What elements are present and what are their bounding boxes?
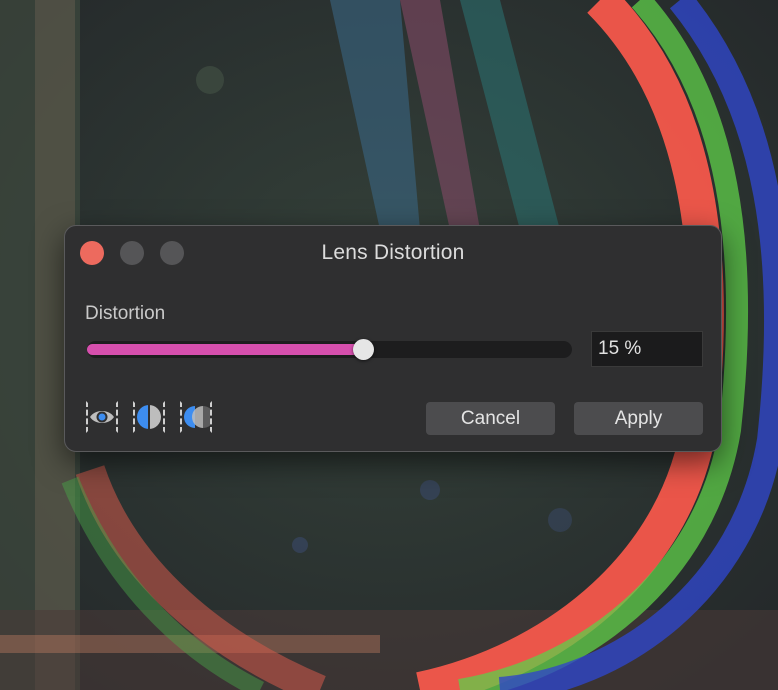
compare-view-button[interactable]	[180, 401, 212, 433]
split-view-button[interactable]	[133, 401, 165, 433]
cancel-button[interactable]: Cancel	[426, 402, 555, 435]
distortion-label: Distortion	[85, 303, 166, 324]
apply-button[interactable]: Apply	[574, 402, 703, 435]
distortion-value-field[interactable]: 15 %	[591, 331, 703, 367]
distortion-slider[interactable]	[87, 339, 572, 360]
compare-view-icon	[184, 406, 210, 428]
lens-distortion-dialog: Lens Distortion Distortion 15 % Cancel A…	[64, 225, 722, 452]
preview-toggle-button[interactable]	[86, 401, 118, 433]
split-view-icon	[137, 404, 161, 430]
slider-fill	[87, 344, 364, 355]
dialog-title: Lens Distortion	[321, 241, 465, 264]
eye-icon	[90, 411, 114, 423]
